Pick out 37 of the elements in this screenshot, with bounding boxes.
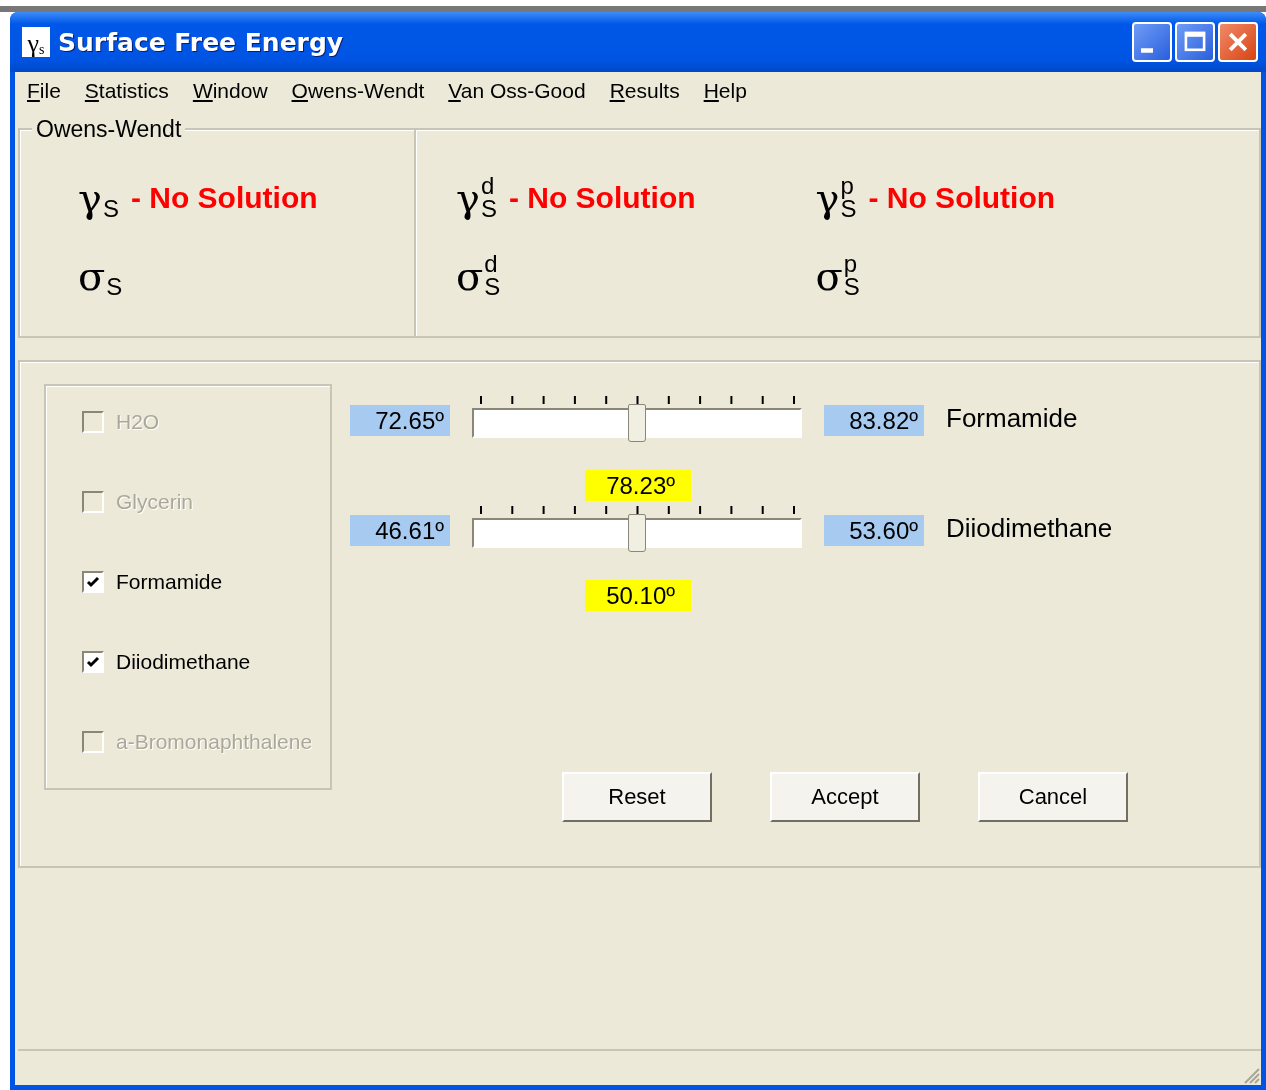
max-value: 83.82º [824,405,924,436]
menu-item[interactable]: Van Oss-Good [448,79,586,103]
status-text: - No Solution [508,181,696,215]
liquid-name: Formamide [946,403,1079,434]
menu-item[interactable]: Owens-Wendt [291,79,425,103]
dialog-button[interactable]: Accept [770,772,920,822]
slider-thumb[interactable] [628,514,646,552]
dialog-button[interactable]: Cancel [978,772,1128,822]
min-value: 46.61º [350,515,450,546]
min-value: 72.65º [350,405,450,436]
checkmark-icon [85,574,101,590]
checkbox[interactable] [82,651,104,673]
minimize-button[interactable] [1132,22,1172,62]
close-button[interactable] [1218,22,1258,62]
checkmark-icon [85,654,101,670]
current-value: 78.23º [585,470,691,501]
status-text: - No Solution [868,181,1056,215]
symbol-label: γS [78,175,119,221]
maximize-button[interactable] [1175,22,1215,62]
status-text: - No Solution [130,181,318,215]
checkbox-label[interactable]: Diiodimethane [116,650,251,674]
menu-item[interactable]: Window [192,79,268,103]
current-value: 50.10º [585,580,691,611]
menu-item[interactable]: Help [703,79,747,103]
symbol-label: σS [78,253,123,299]
window-title: Surface Free Energy [58,27,345,57]
dialog-button[interactable]: Reset [562,772,712,822]
minimize-icon [1141,47,1153,53]
liquid-name: Diiodimethane [946,513,1114,544]
checkbox-label[interactable]: Formamide [116,570,223,594]
menu-item[interactable]: Results [609,79,680,103]
app-icon: γs [22,27,50,57]
menu-item[interactable]: Statistics [84,79,169,103]
menu-item[interactable]: File [27,79,61,103]
checkbox[interactable] [82,571,104,593]
slider-thumb[interactable] [628,404,646,442]
max-value: 53.60º [824,515,924,546]
